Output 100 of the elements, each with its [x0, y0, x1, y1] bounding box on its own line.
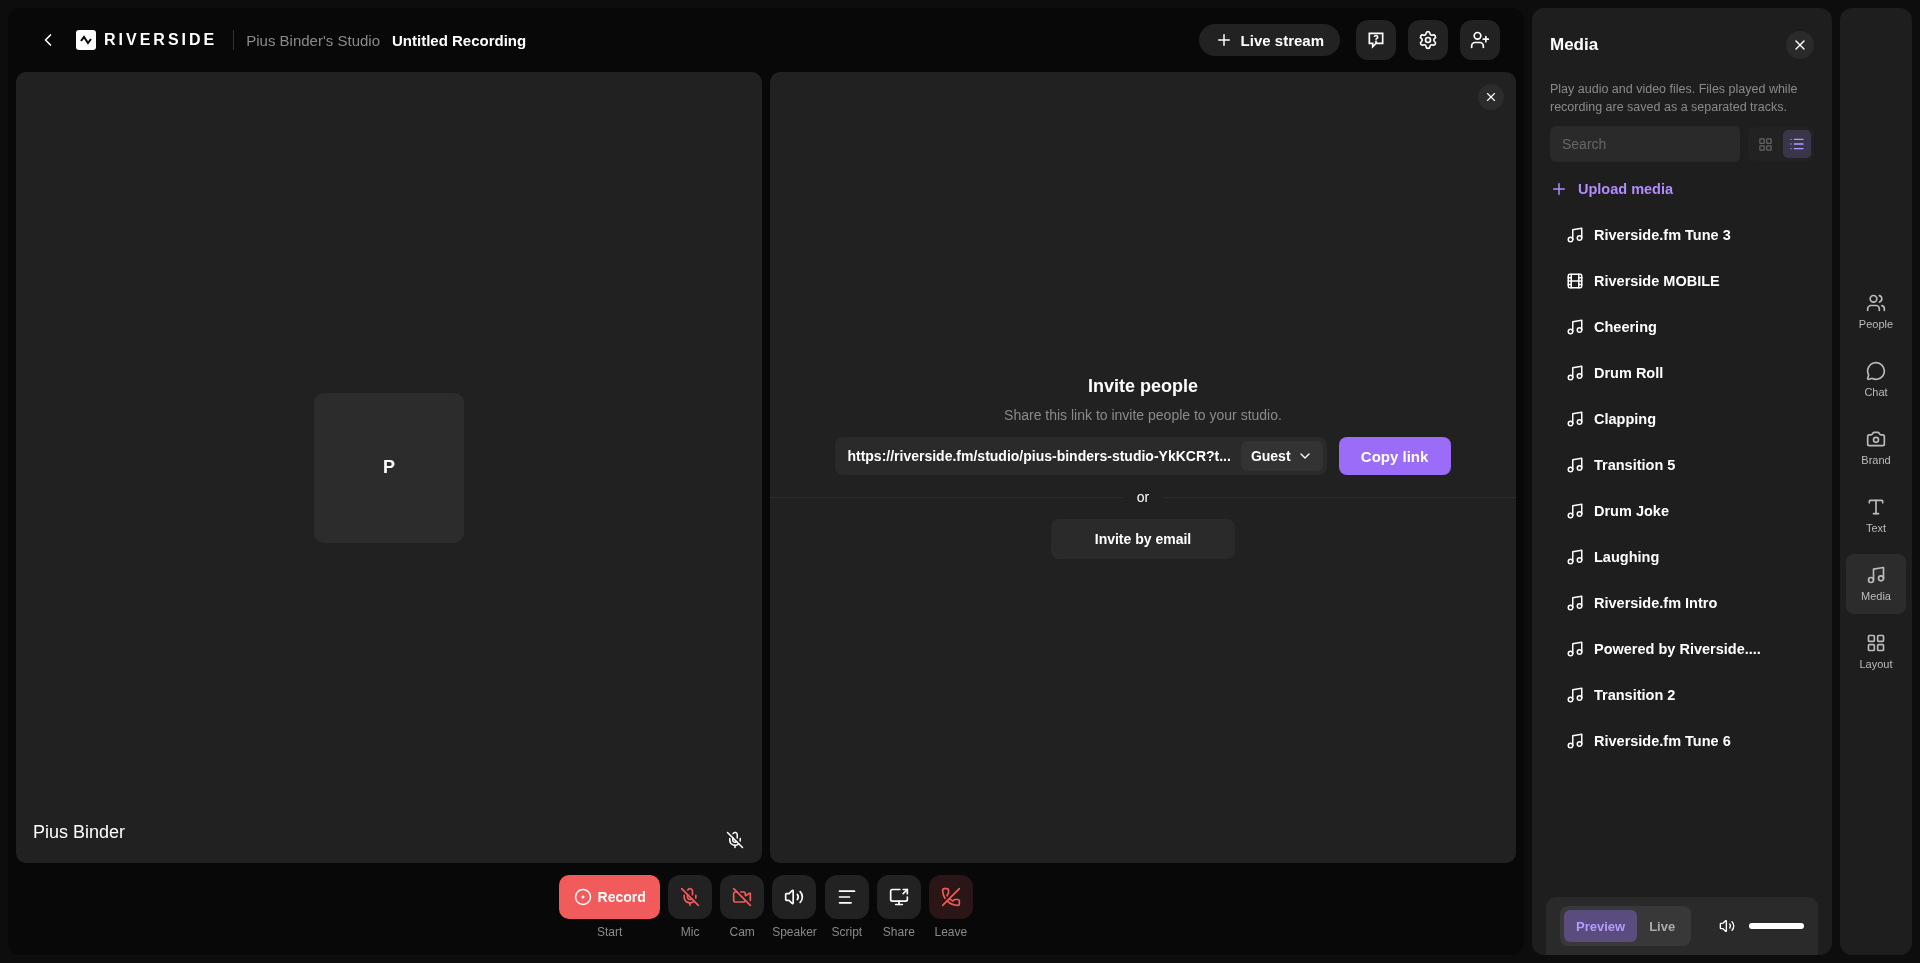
control-label: Leave [934, 925, 968, 939]
search-field[interactable]: Search [1550, 126, 1740, 162]
music-note-icon [1566, 456, 1584, 474]
text-icon [1866, 497, 1886, 517]
media-name: Powered by Riverside.... [1594, 641, 1761, 657]
microphone-off-icon [680, 887, 701, 907]
music-note-icon [1566, 686, 1584, 704]
role-dropdown[interactable]: Guest [1240, 441, 1323, 471]
rail-tab[interactable]: People [1846, 281, 1906, 342]
plus-icon [1550, 180, 1568, 198]
media-name: Drum Joke [1594, 503, 1669, 519]
media-item[interactable]: Drum Joke [1550, 488, 1814, 534]
media-item[interactable]: Riverside.fm Intro [1550, 580, 1814, 626]
share-button[interactable] [876, 875, 921, 919]
avatar: P [314, 392, 464, 543]
mode-tab[interactable]: Live [1637, 910, 1688, 942]
list-icon [1789, 136, 1805, 152]
or-separator: or [1135, 489, 1151, 505]
rail-tab[interactable]: Chat [1846, 349, 1906, 410]
media-name: Riverside.fm Tune 3 [1594, 227, 1731, 243]
people-icon [1866, 293, 1886, 313]
record-icon [573, 888, 592, 906]
rail-tab[interactable]: Layout [1846, 621, 1906, 682]
settings-button[interactable] [1408, 20, 1448, 60]
control-label: Mic [680, 925, 700, 939]
control-label: Cam [729, 925, 755, 939]
rail-tab[interactable]: Media [1846, 553, 1906, 614]
control-label: Script [831, 925, 863, 939]
panel-description: Play audio and video files. Files played while recording are saved as a separated tracks. [1550, 81, 1799, 116]
rail-tab[interactable]: Text [1846, 485, 1906, 546]
media-item[interactable]: Transition 5 [1550, 442, 1814, 488]
music-note-icon [1566, 410, 1584, 428]
media-name: Clapping [1594, 411, 1657, 427]
media-item[interactable]: Riverside.fm Tune 6 [1550, 718, 1814, 764]
media-item[interactable]: Cheering [1550, 304, 1814, 350]
rail-tab[interactable]: Brand [1846, 417, 1906, 478]
invite-by-email-button[interactable]: Invite by email [1051, 519, 1235, 559]
music-note-icon [1566, 502, 1584, 520]
control-label: Share [882, 925, 915, 939]
media-item[interactable]: Laughing [1550, 534, 1814, 580]
media-name: Laughing [1594, 549, 1660, 565]
invite-title: Invite people [1088, 376, 1198, 397]
leave-button[interactable] [928, 875, 973, 919]
live-stream-button[interactable]: Live stream [1198, 24, 1340, 56]
film-icon [1566, 272, 1584, 290]
microphone-off-icon [726, 831, 744, 849]
studio-name: Pius Binder's Studio [246, 31, 381, 49]
close-button[interactable] [1478, 84, 1504, 110]
cam-button[interactable] [720, 875, 765, 919]
logo-text: RIVERSIDE [104, 31, 218, 49]
control-label: Start [596, 925, 623, 939]
screen-share-icon [888, 887, 909, 907]
media-item[interactable]: Riverside.fm Tune 3 [1550, 212, 1814, 258]
media-item[interactable]: Powered by Riverside.... [1550, 626, 1814, 672]
help-button[interactable] [1356, 20, 1396, 60]
invite-link: https://riverside.fm/studio/pius-binders-studio-YkKCR?t... [847, 448, 1231, 464]
music-note-icon [1566, 226, 1584, 244]
volume-slider[interactable] [1749, 923, 1804, 929]
media-name: Riverside MOBILE [1594, 273, 1720, 289]
speaker-icon [784, 887, 805, 907]
hang-up-icon [940, 887, 961, 907]
add-person-button[interactable] [1460, 20, 1500, 60]
close-icon [1484, 90, 1498, 104]
script-icon [836, 887, 857, 907]
chat-icon [1866, 361, 1886, 381]
media-item[interactable]: Drum Roll [1550, 350, 1814, 396]
help-icon [1366, 30, 1386, 50]
copy-link-button[interactable]: Copy link [1338, 437, 1451, 475]
media-name: Transition 5 [1594, 457, 1676, 473]
speaker-button[interactable] [772, 875, 817, 919]
media-name: Riverside.fm Intro [1594, 595, 1718, 611]
media-name: Transition 2 [1594, 687, 1676, 703]
media-item[interactable]: Transition 2 [1550, 672, 1814, 718]
music-note-icon [1566, 640, 1584, 658]
panel-title: Media [1550, 35, 1599, 55]
add-person-icon [1470, 30, 1490, 50]
media-item[interactable]: Riverside MOBILE [1550, 258, 1814, 304]
close-button[interactable] [1786, 31, 1814, 59]
music-note-icon [1566, 548, 1584, 566]
layout-icon [1866, 633, 1886, 653]
control-label: Speaker [772, 925, 817, 939]
grid-icon [1757, 136, 1773, 152]
participant-name: Pius Binder [33, 822, 126, 843]
settings-icon [1418, 30, 1438, 50]
music-note-icon [1566, 364, 1584, 382]
media-name: Riverside.fm Tune 6 [1594, 733, 1731, 749]
music-note-icon [1866, 565, 1886, 585]
media-name: Cheering [1594, 319, 1657, 335]
recording-title[interactable]: Untitled Recording [392, 31, 527, 49]
invite-subtitle: Share this link to invite people to your studio. [1004, 407, 1282, 423]
media-name: Drum Roll [1594, 365, 1664, 381]
music-note-icon [1566, 318, 1584, 336]
invite-link-field[interactable]: https://riverside.fm/studio/pius-binders-studio-YkKCR?t... Guest [835, 437, 1327, 475]
mic-button[interactable] [668, 875, 713, 919]
music-note-icon [1566, 732, 1584, 750]
media-item[interactable]: Clapping [1550, 396, 1814, 442]
camera-off-icon [732, 887, 753, 907]
list-view-button[interactable] [1783, 130, 1811, 158]
upload-media-button[interactable]: Upload media [1550, 180, 1814, 198]
script-button[interactable] [824, 875, 869, 919]
